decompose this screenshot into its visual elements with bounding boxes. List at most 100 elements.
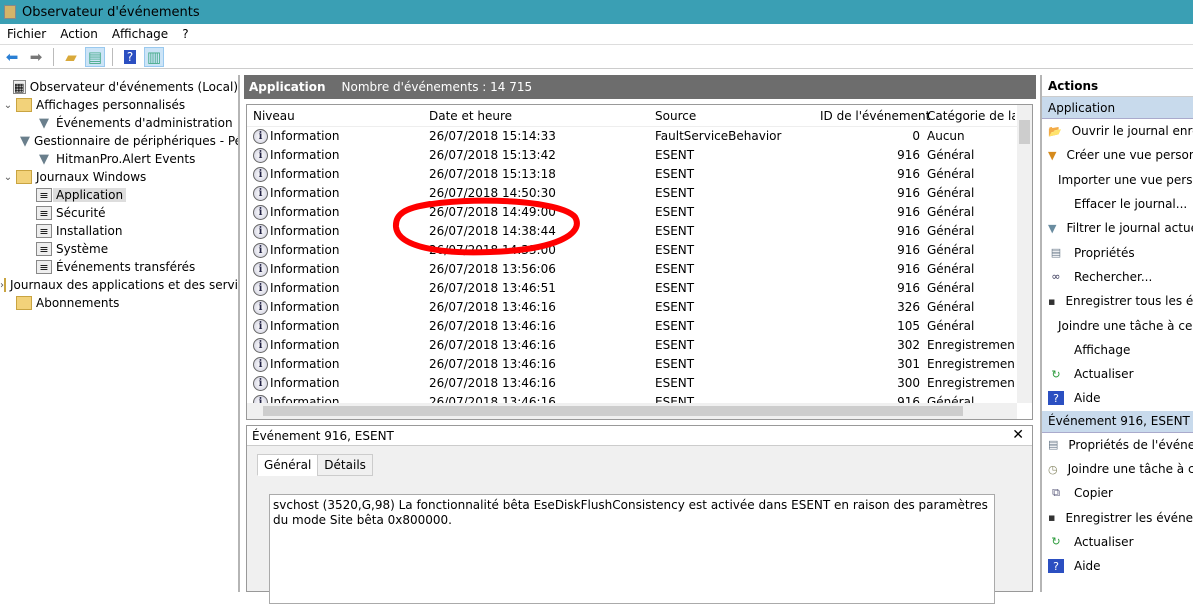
forward-icon[interactable]: ➡ xyxy=(26,47,46,67)
action-item[interactable]: ▪ Enregistrer les événements sélectionnés… xyxy=(1042,505,1193,529)
cell-level: Information xyxy=(270,357,340,371)
tree-item[interactable]: Abonnements xyxy=(0,294,238,312)
detail-title: Événement 916, ESENT xyxy=(252,428,394,443)
cell-level: Information xyxy=(270,148,340,162)
action-item[interactable]: ◷ Joindre une tâche à cet événement... xyxy=(1042,457,1193,481)
table-row[interactable]: i Information 26/07/2018 13:46:16 ESENT … xyxy=(247,298,1032,317)
back-icon[interactable]: ⬅ xyxy=(2,47,22,67)
tree-label: Gestionnaire de périphériques - Pé xyxy=(34,134,238,148)
filter-icon: ▼ xyxy=(1048,221,1057,235)
task-icon: ◷ xyxy=(1048,462,1058,476)
tree-item[interactable]: ≡ Système xyxy=(0,240,238,258)
cell-event-id: 916 xyxy=(897,167,920,181)
tree-item[interactable]: ≡ Application xyxy=(0,186,238,204)
action-item[interactable]: ▪ Enregistrer tous les événements sous... xyxy=(1042,289,1193,313)
column-category[interactable]: Catégorie de la tâche xyxy=(927,109,1015,123)
open-folder-icon: 📂 xyxy=(1048,124,1062,138)
table-row[interactable]: i Information 26/07/2018 13:56:06 ESENT … xyxy=(247,260,1032,279)
table-row[interactable]: i Information 26/07/2018 14:49:00 ESENT … xyxy=(247,203,1032,222)
action-item[interactable]: Importer une vue personnalisée... xyxy=(1042,168,1193,192)
action-item[interactable]: ▤ Propriétés xyxy=(1042,240,1193,264)
table-row[interactable]: i Information 26/07/2018 15:13:18 ESENT … xyxy=(247,165,1032,184)
table-row[interactable]: i Information 26/07/2018 13:46:16 ESENT … xyxy=(247,317,1032,336)
log-icon: ≡ xyxy=(36,206,52,220)
column-niveau[interactable]: Niveau xyxy=(253,109,295,123)
action-label: Enregistrer les événements sélectionnés.… xyxy=(1065,510,1193,525)
tree-item[interactable]: ⌄ Affichages personnalisés xyxy=(0,96,238,114)
action-item[interactable]: ∞ Rechercher... xyxy=(1042,265,1193,289)
table-row[interactable]: i Information 26/07/2018 15:13:42 ESENT … xyxy=(247,146,1032,165)
tree-item[interactable]: › Journaux des applications et des servic… xyxy=(0,276,238,294)
horizontal-scrollbar[interactable] xyxy=(247,403,1017,419)
action-item[interactable]: Effacer le journal... xyxy=(1042,192,1193,216)
table-row[interactable]: i Information 26/07/2018 14:38:44 ESENT … xyxy=(247,222,1032,241)
actions-section-header[interactable]: Application xyxy=(1042,97,1193,119)
tree-item[interactable]: ⌄ Journaux Windows xyxy=(0,168,238,186)
information-icon: i xyxy=(253,167,268,182)
actions-section-header[interactable]: Événement 916, ESENT xyxy=(1042,410,1193,433)
action-item[interactable]: Affichage xyxy=(1042,338,1193,362)
menu-affichage[interactable]: Affichage xyxy=(105,27,175,41)
help-icon[interactable]: ? xyxy=(120,47,140,67)
expand-chevron-icon[interactable]: ⌄ xyxy=(0,100,16,111)
table-row[interactable]: i Information 26/07/2018 13:46:16 ESENT … xyxy=(247,374,1032,393)
action-item[interactable]: ↻ Actualiser xyxy=(1042,530,1193,554)
cell-level: Information xyxy=(270,167,340,181)
information-icon: i xyxy=(253,376,268,391)
scroll-thumb[interactable] xyxy=(1019,120,1030,144)
table-row[interactable]: i Information 26/07/2018 14:50:30 ESENT … xyxy=(247,184,1032,203)
expand-chevron-icon[interactable]: ⌄ xyxy=(0,172,16,183)
table-row[interactable]: i Information 26/07/2018 15:14:33 FaultS… xyxy=(247,127,1032,146)
event-count: Nombre d'événements : 14 715 xyxy=(341,80,533,94)
action-label: Propriétés de l'événement xyxy=(1068,437,1193,452)
tree-label: Sécurité xyxy=(56,206,106,220)
tree-item[interactable]: ▼ HitmanPro.Alert Events xyxy=(0,150,238,168)
action-item[interactable]: ▤ Propriétés de l'événement xyxy=(1042,433,1193,457)
scroll-thumb[interactable] xyxy=(263,406,963,416)
tree-item[interactable]: ▦ Observateur d'événements (Local) xyxy=(0,78,238,96)
cell-category: Général xyxy=(927,319,975,333)
vertical-scrollbar[interactable] xyxy=(1017,105,1032,403)
action-label: Effacer le journal... xyxy=(1074,197,1188,212)
cell-source: ESENT xyxy=(655,224,695,238)
column-date[interactable]: Date et heure xyxy=(429,109,512,123)
cell-category: Enregistrement/récupération xyxy=(927,338,1015,352)
table-row[interactable]: i Information 26/07/2018 13:46:51 ESENT … xyxy=(247,279,1032,298)
cell-level: Information xyxy=(270,281,340,295)
tree-item[interactable]: ≡ Événements transférés xyxy=(0,258,238,276)
table-row[interactable]: i Information 26/07/2018 13:46:16 ESENT … xyxy=(247,355,1032,374)
menu-help[interactable]: ? xyxy=(175,27,195,41)
close-icon[interactable]: ✕ xyxy=(1012,427,1024,443)
table-header: Niveau Date et heure Source ID de l'évén… xyxy=(247,105,1032,127)
folder-icon xyxy=(16,296,32,310)
tab-general[interactable]: Général xyxy=(257,454,319,476)
cell-event-id: 916 xyxy=(897,148,920,162)
cell-source: ESENT xyxy=(655,148,695,162)
tree-item[interactable]: ≡ Sécurité xyxy=(0,204,238,222)
action-item[interactable]: 📂 Ouvrir le journal enregistré... xyxy=(1042,119,1193,143)
tree-label: Événements d'administration xyxy=(56,116,233,130)
menu-fichier[interactable]: Fichier xyxy=(0,27,53,41)
column-event-id[interactable]: ID de l'événement xyxy=(820,109,930,123)
menu-action[interactable]: Action xyxy=(53,27,105,41)
show-tree-icon[interactable]: ▤ xyxy=(85,46,105,67)
action-item[interactable]: ▼ Créer une vue personnalisée... xyxy=(1042,143,1193,167)
table-row[interactable]: i Information 26/07/2018 13:46:16 ESENT … xyxy=(247,336,1032,355)
tree-item[interactable]: ▼ Gestionnaire de périphériques - Pé xyxy=(0,132,238,150)
tree-label: Observateur d'événements (Local) xyxy=(29,80,238,94)
tree-item[interactable]: ▼ Événements d'administration xyxy=(0,114,238,132)
properties-icon: ▤ xyxy=(1048,438,1059,452)
table-row[interactable]: i Information 26/07/2018 14:33:00 ESENT … xyxy=(247,241,1032,260)
up-folder-icon[interactable]: ▰ xyxy=(61,47,81,67)
tab-details[interactable]: Détails xyxy=(317,454,373,476)
action-item[interactable]: Joindre une tâche à ce journal... xyxy=(1042,313,1193,337)
cell-date: 26/07/2018 13:46:16 xyxy=(429,300,556,314)
tree-item[interactable]: ≡ Installation xyxy=(0,222,238,240)
action-item[interactable]: ↻ Actualiser xyxy=(1042,362,1193,386)
action-item[interactable]: ? Aide xyxy=(1042,554,1193,578)
action-item[interactable]: ? Aide xyxy=(1042,386,1193,410)
column-source[interactable]: Source xyxy=(655,109,696,123)
action-item[interactable]: ⧉ Copier xyxy=(1042,481,1193,505)
show-actions-icon[interactable]: ▥ xyxy=(144,46,164,67)
action-item[interactable]: ▼ Filtrer le journal actuel... xyxy=(1042,216,1193,240)
